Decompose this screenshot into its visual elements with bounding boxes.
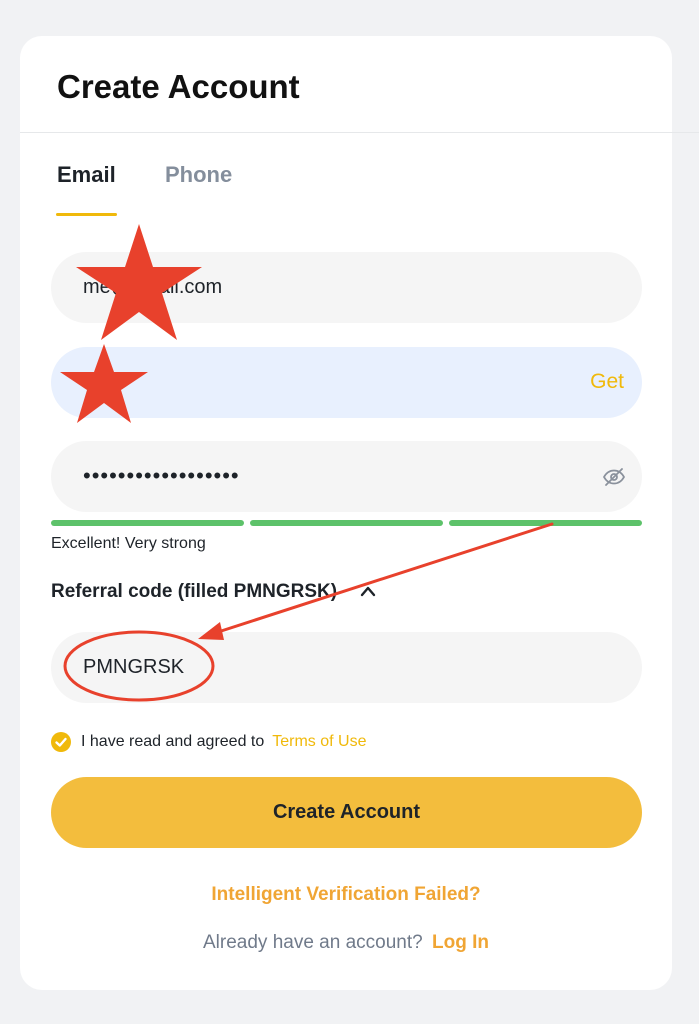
get-code-button[interactable]: Get <box>590 370 624 394</box>
check-circle-icon[interactable] <box>51 732 71 752</box>
login-prompt: Already have an account? <box>203 932 423 953</box>
email-field[interactable]: me@gmail.com <box>51 252 642 323</box>
tab-email[interactable]: Email <box>57 162 116 188</box>
login-link[interactable]: Log In <box>432 932 489 953</box>
eye-slash-icon[interactable] <box>602 465 626 489</box>
referral-value: PMNGRSK <box>83 656 185 678</box>
email-value: me@gmail.com <box>83 276 223 298</box>
chevron-up-icon[interactable] <box>360 585 376 597</box>
referral-code-field[interactable]: PMNGRSK <box>51 632 642 703</box>
tab-phone[interactable]: Phone <box>165 162 232 188</box>
password-field[interactable]: •••••••••••••••••• <box>51 441 642 512</box>
terms-link[interactable]: Terms of Use <box>272 733 366 751</box>
card-header: Create Account <box>20 36 699 133</box>
agree-text: I have read and agreed to <box>81 733 265 750</box>
password-strength-text: Excellent! Very strong <box>51 535 206 552</box>
create-account-card: Create Account Email Phone me@gmail.com … <box>20 36 699 990</box>
code-value: 5.C <box>83 371 115 393</box>
password-value: •••••••••••••••••• <box>83 463 240 488</box>
strength-bar-2 <box>250 520 443 526</box>
create-account-button[interactable]: Create Account <box>51 777 642 848</box>
terms-agreement: I have read and agreed to Terms of Use <box>51 731 367 753</box>
strength-bar-3 <box>449 520 642 526</box>
verification-failed-link[interactable]: Intelligent Verification Failed? <box>20 884 672 906</box>
active-tab-indicator <box>56 213 117 216</box>
login-row: Already have an account? Log In <box>20 932 672 954</box>
referral-label[interactable]: Referral code (filled PMNGRSK) <box>51 581 337 603</box>
verification-code-field[interactable]: 5.C Get <box>51 347 642 418</box>
strength-bar-1 <box>51 520 244 526</box>
page-title: Create Account <box>57 68 300 105</box>
